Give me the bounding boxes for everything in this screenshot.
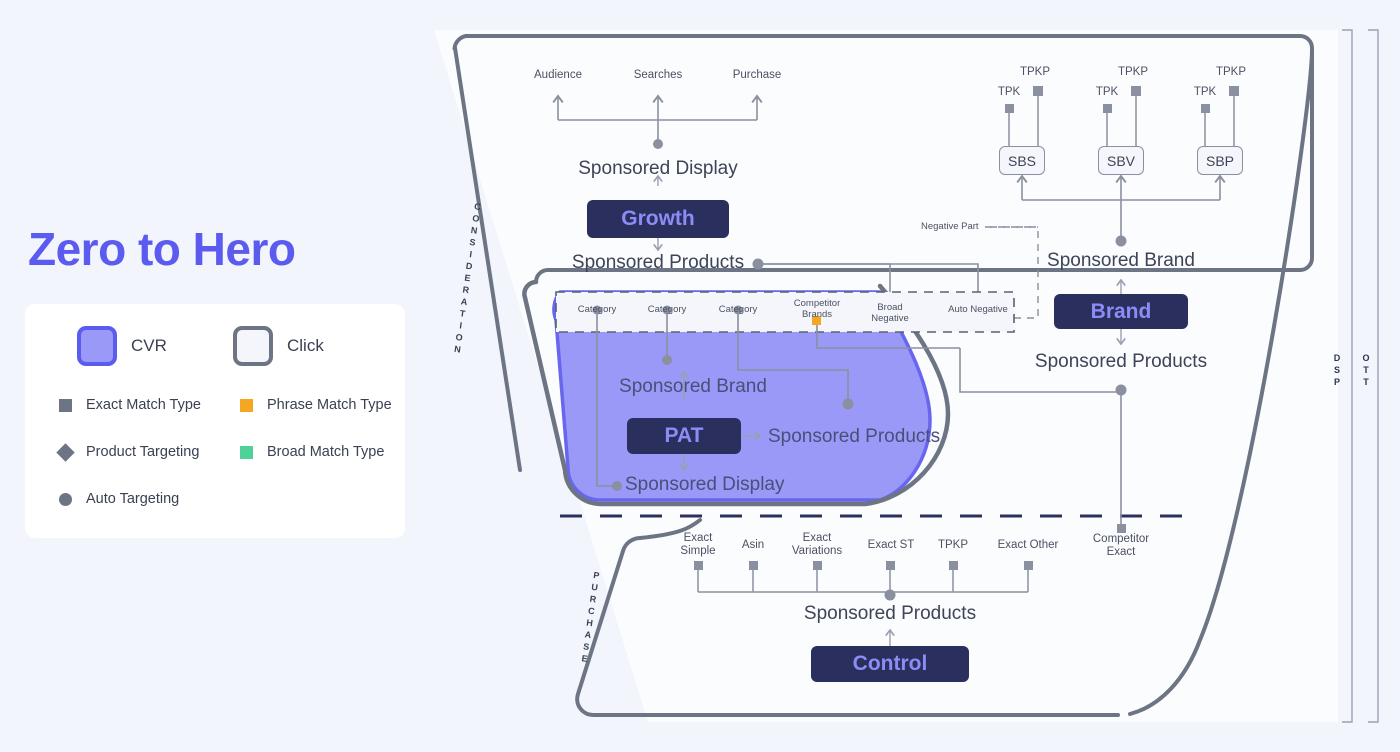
label-sponsored-display-cvr: Sponsored Display bbox=[625, 474, 785, 495]
tpk-marker-icon bbox=[1103, 104, 1112, 113]
dsp-bracket bbox=[1342, 29, 1353, 723]
exact-variations-marker-icon bbox=[813, 561, 822, 570]
tpkp-marker-icon bbox=[1033, 86, 1043, 96]
rail-label-ott: OTT bbox=[1362, 353, 1370, 387]
asin-marker-icon bbox=[749, 561, 758, 570]
label-asin: Asin bbox=[741, 539, 765, 551]
label-competitor-brands: Competitor Brands bbox=[793, 298, 841, 320]
sponsored-display-dot bbox=[612, 481, 622, 491]
growth-button-label: Growth bbox=[621, 207, 695, 230]
control-button[interactable]: Control bbox=[811, 646, 969, 682]
label-competitor-exact: Competitor Exact bbox=[1092, 533, 1150, 558]
label-auto-negative: Auto Negative bbox=[948, 304, 1008, 315]
label-sponsored-brand: Sponsored Brand bbox=[1047, 250, 1195, 271]
label-exact-variations: Exact Variations bbox=[791, 532, 843, 557]
competitor-exact-marker-icon bbox=[1117, 524, 1126, 533]
control-button-label: Control bbox=[852, 652, 928, 675]
label-tpkp-purchase: TPKP bbox=[937, 539, 969, 551]
label-sponsored-display: Sponsored Display bbox=[578, 158, 738, 179]
sbs-label: SBS bbox=[1007, 152, 1036, 169]
pat-button-label: PAT bbox=[664, 424, 704, 447]
tpkp-marker-icon bbox=[1131, 86, 1141, 96]
label-searches: Searches bbox=[633, 69, 683, 81]
label-sponsored-products-purchase: Sponsored Products bbox=[803, 603, 977, 624]
exact-simple-marker-icon bbox=[694, 561, 703, 570]
label-negative-part: Negative Part bbox=[921, 221, 979, 232]
sbp-box[interactable]: SBP bbox=[1197, 146, 1243, 175]
label-exact-simple: Exact Simple bbox=[680, 532, 716, 557]
label-purchase-target: Purchase bbox=[732, 69, 782, 81]
label-sponsored-products-brand: Sponsored Products bbox=[1034, 351, 1208, 372]
exact-other-marker-icon bbox=[1024, 561, 1033, 570]
category-2-end-dot bbox=[662, 355, 672, 365]
label-exact-other: Exact Other bbox=[997, 539, 1059, 551]
label-tpkp-sbv: TPKP bbox=[1117, 66, 1149, 78]
label-sponsored-brand-cvr: Sponsored Brand bbox=[619, 376, 767, 397]
brand-button[interactable]: Brand bbox=[1054, 294, 1188, 329]
label-audience: Audience bbox=[534, 69, 582, 81]
pat-button[interactable]: PAT bbox=[627, 418, 741, 454]
sponsored-products-cvr-dot bbox=[842, 398, 854, 410]
label-exact-st: Exact ST bbox=[867, 539, 915, 551]
sponsored-brand-dot bbox=[1115, 235, 1127, 247]
label-category-2: Category bbox=[647, 304, 687, 315]
label-tpkp-sbp: TPKP bbox=[1215, 66, 1247, 78]
auto-targeting-dot bbox=[653, 139, 663, 149]
label-sponsored-products-consideration: Sponsored Products bbox=[571, 252, 745, 273]
label-tpk-sbv: TPK bbox=[1095, 86, 1119, 98]
purchase-sponsored-products-dot bbox=[884, 589, 896, 601]
label-broad-negative: Broad Negative bbox=[871, 302, 909, 324]
label-tpk-sbs: TPK bbox=[997, 86, 1021, 98]
growth-button[interactable]: Growth bbox=[587, 200, 729, 238]
label-category-3: Category bbox=[718, 304, 758, 315]
label-tpk-sbp: TPK bbox=[1193, 86, 1217, 98]
tpk-marker-icon bbox=[1005, 104, 1014, 113]
category-strip-box bbox=[555, 291, 1015, 333]
diagram-canvas: Zero to Hero CVR Click Exact Match Type … bbox=[0, 0, 1400, 752]
tpk-marker-icon bbox=[1201, 104, 1210, 113]
rail-label-dsp: DSP bbox=[1333, 353, 1341, 387]
tpkp-marker-icon bbox=[1229, 86, 1239, 96]
brand-button-label: Brand bbox=[1090, 299, 1152, 323]
sbv-label: SBV bbox=[1106, 152, 1135, 169]
sbp-label: SBP bbox=[1205, 152, 1234, 169]
sbs-box[interactable]: SBS bbox=[999, 146, 1045, 175]
tpkp-purchase-marker-icon bbox=[949, 561, 958, 570]
label-tpkp-sbs: TPKP bbox=[1019, 66, 1051, 78]
competitor-exact-top-dot bbox=[1115, 384, 1127, 396]
label-sponsored-products-cvr: Sponsored Products bbox=[768, 426, 941, 447]
sbv-box[interactable]: SBV bbox=[1098, 146, 1144, 175]
label-category-1: Category bbox=[577, 304, 617, 315]
exact-st-marker-icon bbox=[886, 561, 895, 570]
